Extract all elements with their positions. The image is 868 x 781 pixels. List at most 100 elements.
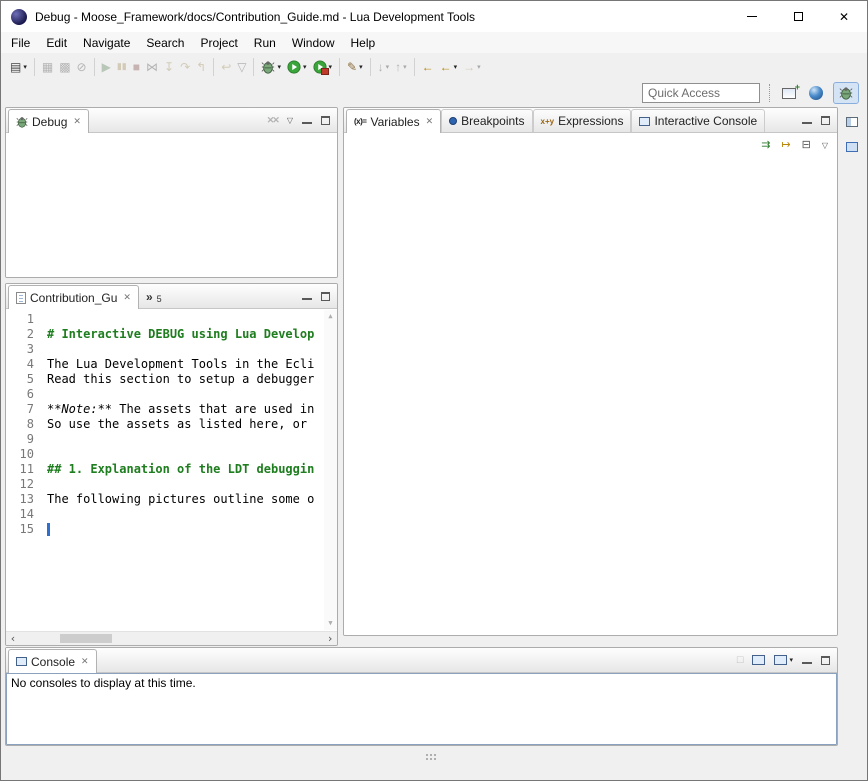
last-edit-location-button[interactable]: ← [419,56,437,78]
previous-annotation-button[interactable]: ↑ ▾ [392,56,410,78]
resume-button[interactable]: ▶ [99,56,114,78]
menu-edit[interactable]: Edit [38,34,75,52]
perspective-debug-button[interactable] [833,82,859,104]
collapse-all-button[interactable]: ⊟ [802,140,811,151]
show-type-names-button[interactable]: ⇉ [761,140,770,151]
next-annotation-button[interactable]: ↓ ▾ [375,56,393,78]
tab-close-icon[interactable]: ✕ [73,116,81,127]
view-menu-button[interactable]: ▽ [822,141,828,150]
view-menu-button[interactable]: ▽ [287,116,293,125]
display-selected-console-button[interactable] [752,655,765,665]
tab-close-icon[interactable]: ✕ [426,116,434,127]
scroll-right-icon[interactable]: › [323,632,337,646]
editor-controls [302,284,337,308]
restore-view-bar-button[interactable] [843,114,861,130]
menu-run[interactable]: Run [246,34,284,52]
perspective-ldt-button[interactable] [803,82,829,104]
minimize-view-button[interactable] [302,116,312,125]
new-button[interactable]: ▤ ▾ [7,56,30,78]
menu-project[interactable]: Project [192,34,245,52]
perspective-bar [1,80,867,106]
toolbar-separator [34,58,35,76]
menu-search[interactable]: Search [138,34,192,52]
close-button[interactable]: ✕ [821,1,867,32]
scroll-left-icon[interactable]: ‹ [6,632,20,646]
debug-view-tabbar: Debug ✕ ✕✕ ▽ [6,108,337,133]
toolbar-separator [213,58,214,76]
minimize-view-button[interactable] [802,656,812,665]
interactive-console-view-icon [639,117,650,126]
show-logical-structures-button[interactable]: ↦ [781,140,790,151]
minimize-view-button[interactable] [802,116,812,125]
minimize-view-button[interactable] [302,292,312,301]
save-button[interactable]: ▦ [39,56,56,78]
debug-view-toolbar: ✕✕ ▽ [267,108,337,132]
external-tools-button[interactable]: ▾ [310,56,336,78]
maximize-button[interactable] [775,1,821,32]
variables-panel: (x)= Variables ✕ Breakpoints x+y Express… [343,107,838,636]
tab-console[interactable]: Console ✕ [8,649,97,673]
save-all-button[interactable]: ▩ [56,56,73,78]
tab-breakpoints[interactable]: Breakpoints [441,109,532,132]
minimize-button[interactable] [729,1,775,32]
drop-to-frame-button[interactable]: ↩ [218,56,234,78]
remove-terminated-button[interactable]: ✕✕ [267,115,278,126]
vertical-scrollbar[interactable]: ▲ ▼ [324,310,337,630]
editor-body[interactable]: 1 2 3 4 5 6 7 8 9 10 11 12 13 14 15 # In… [6,309,337,645]
tab-close-icon[interactable]: ✕ [123,292,131,303]
step-return-button[interactable]: ↰ [193,56,209,78]
step-filters-button[interactable]: ▽ [234,56,249,78]
step-over-button[interactable]: ↷ [177,56,193,78]
skip-breakpoints-button[interactable]: ⊘ [74,56,90,78]
previous-annotation-icon: ↑ [395,61,401,73]
tab-contribution-guide[interactable]: Contribution_Gu ✕ [8,285,139,309]
tab-debug[interactable]: Debug ✕ [8,109,89,133]
step-into-button[interactable]: ↧ [161,56,177,78]
line-number-gutter: 1 2 3 4 5 6 7 8 9 10 11 12 13 14 15 [6,312,42,537]
window-controls: ✕ [729,1,867,32]
debug-view-icon [16,116,28,128]
dropdown-arrow-icon: ▾ [454,63,458,71]
code-area[interactable]: # Interactive DEBUG using Lua Develop Th… [47,312,323,630]
maximize-view-button[interactable] [321,292,330,301]
dropdown-arrow-icon: ▾ [329,63,333,71]
maximize-view-button[interactable] [321,116,330,125]
quick-access-input[interactable] [642,83,760,103]
run-button[interactable]: ▾ [284,56,310,78]
horizontal-scrollbar[interactable]: ‹ › [6,631,337,645]
disconnect-button[interactable]: ⋈ [143,56,161,78]
new-console-view-button[interactable]: □ [737,655,744,666]
tab-close-icon[interactable]: ✕ [81,656,89,667]
variables-view-content [344,157,837,635]
scroll-down-icon[interactable]: ▼ [328,620,332,627]
status-trim-grip[interactable] [426,754,438,762]
drop-to-frame-icon: ↩ [221,61,231,73]
terminate-button[interactable]: ■ [130,56,143,78]
menu-navigate[interactable]: Navigate [75,34,138,52]
debug-button[interactable]: ▾ [258,56,284,78]
menu-window[interactable]: Window [284,34,343,52]
external-tools-icon [313,60,327,74]
skip-breakpoints-icon: ⊘ [77,61,87,73]
dropdown-arrow-icon: ▾ [789,656,793,664]
suspend-button[interactable]: ▮▮ [114,56,130,78]
tab-expressions[interactable]: x+y Expressions [533,109,632,132]
menu-help[interactable]: Help [343,34,384,52]
search-button[interactable]: ✎ ▾ [344,56,366,78]
tab-variables[interactable]: (x)= Variables ✕ [346,109,441,133]
menu-file[interactable]: File [3,34,38,52]
tab-overflow-chevron[interactable]: »5 [139,285,169,308]
minimized-view-button[interactable] [843,139,861,155]
forward-button[interactable]: → ▾ [460,56,484,78]
maximize-view-button[interactable] [821,656,830,665]
expressions-view-icon: x+y [541,117,555,126]
tab-interactive-console[interactable]: Interactive Console [631,109,765,132]
scroll-up-icon[interactable]: ▲ [328,313,332,320]
close-icon: ✕ [839,10,849,24]
resume-icon: ▶ [102,61,111,73]
maximize-view-button[interactable] [821,116,830,125]
open-console-button[interactable]: ▾ [774,655,793,665]
back-button[interactable]: ← ▾ [437,56,461,78]
scrollbar-thumb[interactable] [60,634,112,643]
open-perspective-button[interactable] [779,82,799,104]
